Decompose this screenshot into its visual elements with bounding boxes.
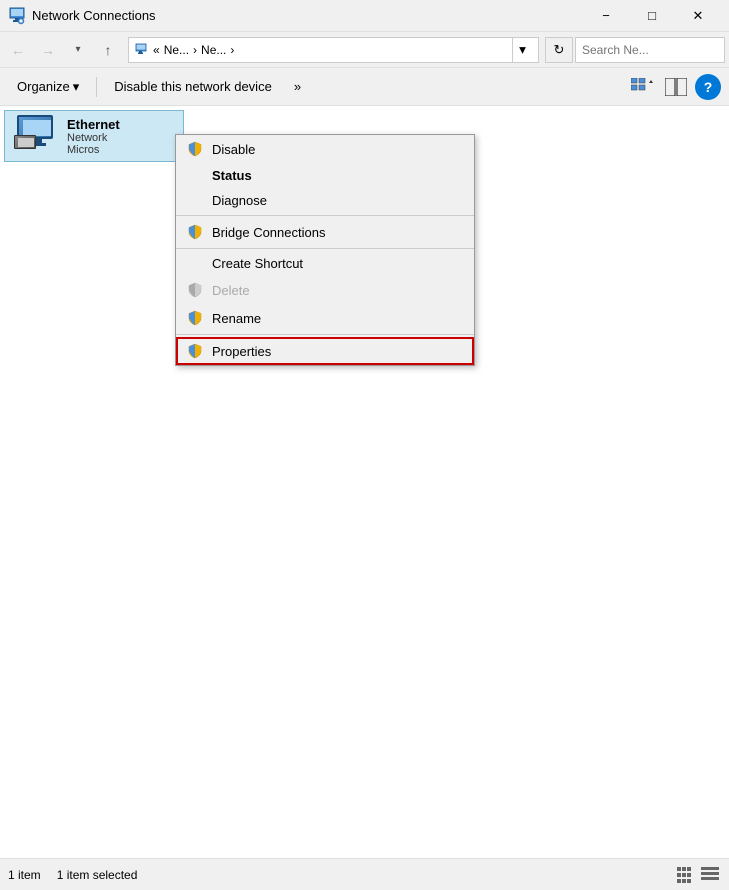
ctx-sep-2 (176, 248, 474, 249)
ctx-shortcut-label: Create Shortcut (212, 256, 303, 271)
view-options-button[interactable] (627, 74, 657, 100)
ethernet-item[interactable]: Ethernet Network Micros (4, 110, 184, 162)
address-dropdown-button[interactable]: ▾ (512, 37, 532, 63)
search-input[interactable] (575, 37, 725, 63)
ethernet-line2: Network (67, 132, 120, 144)
ctx-sep-3 (176, 334, 474, 335)
list-view-icon (701, 867, 719, 883)
ctx-sep-1 (176, 215, 474, 216)
status-left: 1 item 1 item selected (8, 868, 137, 882)
minimize-button[interactable]: − (583, 0, 629, 32)
mon2-screen (18, 138, 34, 147)
dropdown-arrow-button[interactable]: ▾ (64, 36, 92, 64)
window-title: Network Connections (32, 8, 156, 23)
close-button[interactable]: ✕ (675, 0, 721, 32)
ctx-create-shortcut[interactable]: Create Shortcut (176, 251, 474, 276)
ethernet-icon (11, 115, 59, 157)
toolbar-right: ? (627, 74, 721, 100)
ctx-status-label: Status (212, 168, 252, 183)
main-content: Ethernet Network Micros Disable Status (0, 106, 729, 858)
window-controls: − □ ✕ (583, 0, 721, 32)
title-bar-left: Network Connections (8, 7, 156, 25)
view-toggle-button[interactable] (661, 74, 691, 100)
ethernet-name: Ethernet (67, 117, 120, 132)
disable-label: Disable this network device (114, 79, 272, 94)
disable-button[interactable]: Disable this network device (105, 74, 281, 99)
nav-bar: ← → ▾ ↑ « Ne... › Ne... › ▾ ↻ (0, 32, 729, 68)
address-bar-icon (135, 43, 149, 57)
address-ne2: Ne... (201, 43, 226, 57)
shield-icon-rename (186, 309, 204, 327)
ctx-delete: Delete (176, 276, 474, 304)
address-bar: « Ne... › Ne... › ▾ (128, 37, 539, 63)
organize-arrow: ▾ (73, 79, 80, 95)
more-button[interactable]: » (285, 74, 310, 99)
ctx-status[interactable]: Status (176, 163, 474, 188)
more-label: » (294, 79, 301, 94)
organize-label: Organize (17, 79, 70, 94)
mon2-body (14, 135, 36, 149)
app-icon (8, 7, 26, 25)
shield-icon-bridge (186, 223, 204, 241)
address-text: « (153, 43, 160, 57)
shield-icon-disable (186, 140, 204, 158)
pane-icon (665, 78, 687, 96)
ctx-rename[interactable]: Rename (176, 304, 474, 332)
context-menu: Disable Status Diagnose Bridge Connectio… (175, 134, 475, 366)
network-info: Ethernet Network Micros (67, 117, 120, 156)
address-sep1: › (193, 43, 197, 57)
refresh-button[interactable]: ↻ (545, 37, 573, 63)
item-count: 1 item (8, 868, 41, 882)
selected-count: 1 item selected (57, 868, 138, 882)
forward-button[interactable]: → (34, 36, 62, 64)
view-icon (631, 78, 653, 96)
address-ne1: Ne... (164, 43, 189, 57)
back-button[interactable]: ← (4, 36, 32, 64)
ctx-bridge[interactable]: Bridge Connections (176, 218, 474, 246)
ctx-diagnose[interactable]: Diagnose (176, 188, 474, 213)
shield-icon-delete (186, 281, 204, 299)
monitor-screen (23, 120, 51, 136)
shield-icon-properties (186, 342, 204, 360)
organize-button[interactable]: Organize ▾ (8, 74, 88, 100)
ctx-diagnose-label: Diagnose (212, 193, 267, 208)
grid-view-icon (677, 867, 695, 883)
ctx-properties[interactable]: Properties (176, 337, 474, 365)
status-list-view-button[interactable] (699, 864, 721, 886)
help-button[interactable]: ? (695, 74, 721, 100)
ctx-delete-label: Delete (212, 283, 250, 298)
toolbar-separator-1 (96, 77, 97, 97)
second-monitor (11, 135, 39, 157)
status-bar: 1 item 1 item selected (0, 858, 729, 890)
toolbar: Organize ▾ Disable this network device »… (0, 68, 729, 106)
ethernet-line3: Micros (67, 144, 120, 156)
ctx-disable[interactable]: Disable (176, 135, 474, 163)
title-bar: Network Connections − □ ✕ (0, 0, 729, 32)
status-right (675, 864, 721, 886)
ctx-properties-label: Properties (212, 344, 271, 359)
maximize-button[interactable]: □ (629, 0, 675, 32)
status-grid-view-button[interactable] (675, 864, 697, 886)
ctx-disable-label: Disable (212, 142, 255, 157)
address-sep2: › (230, 43, 234, 57)
ctx-rename-label: Rename (212, 311, 261, 326)
up-button[interactable]: ↑ (94, 36, 122, 64)
ctx-bridge-label: Bridge Connections (212, 225, 325, 240)
